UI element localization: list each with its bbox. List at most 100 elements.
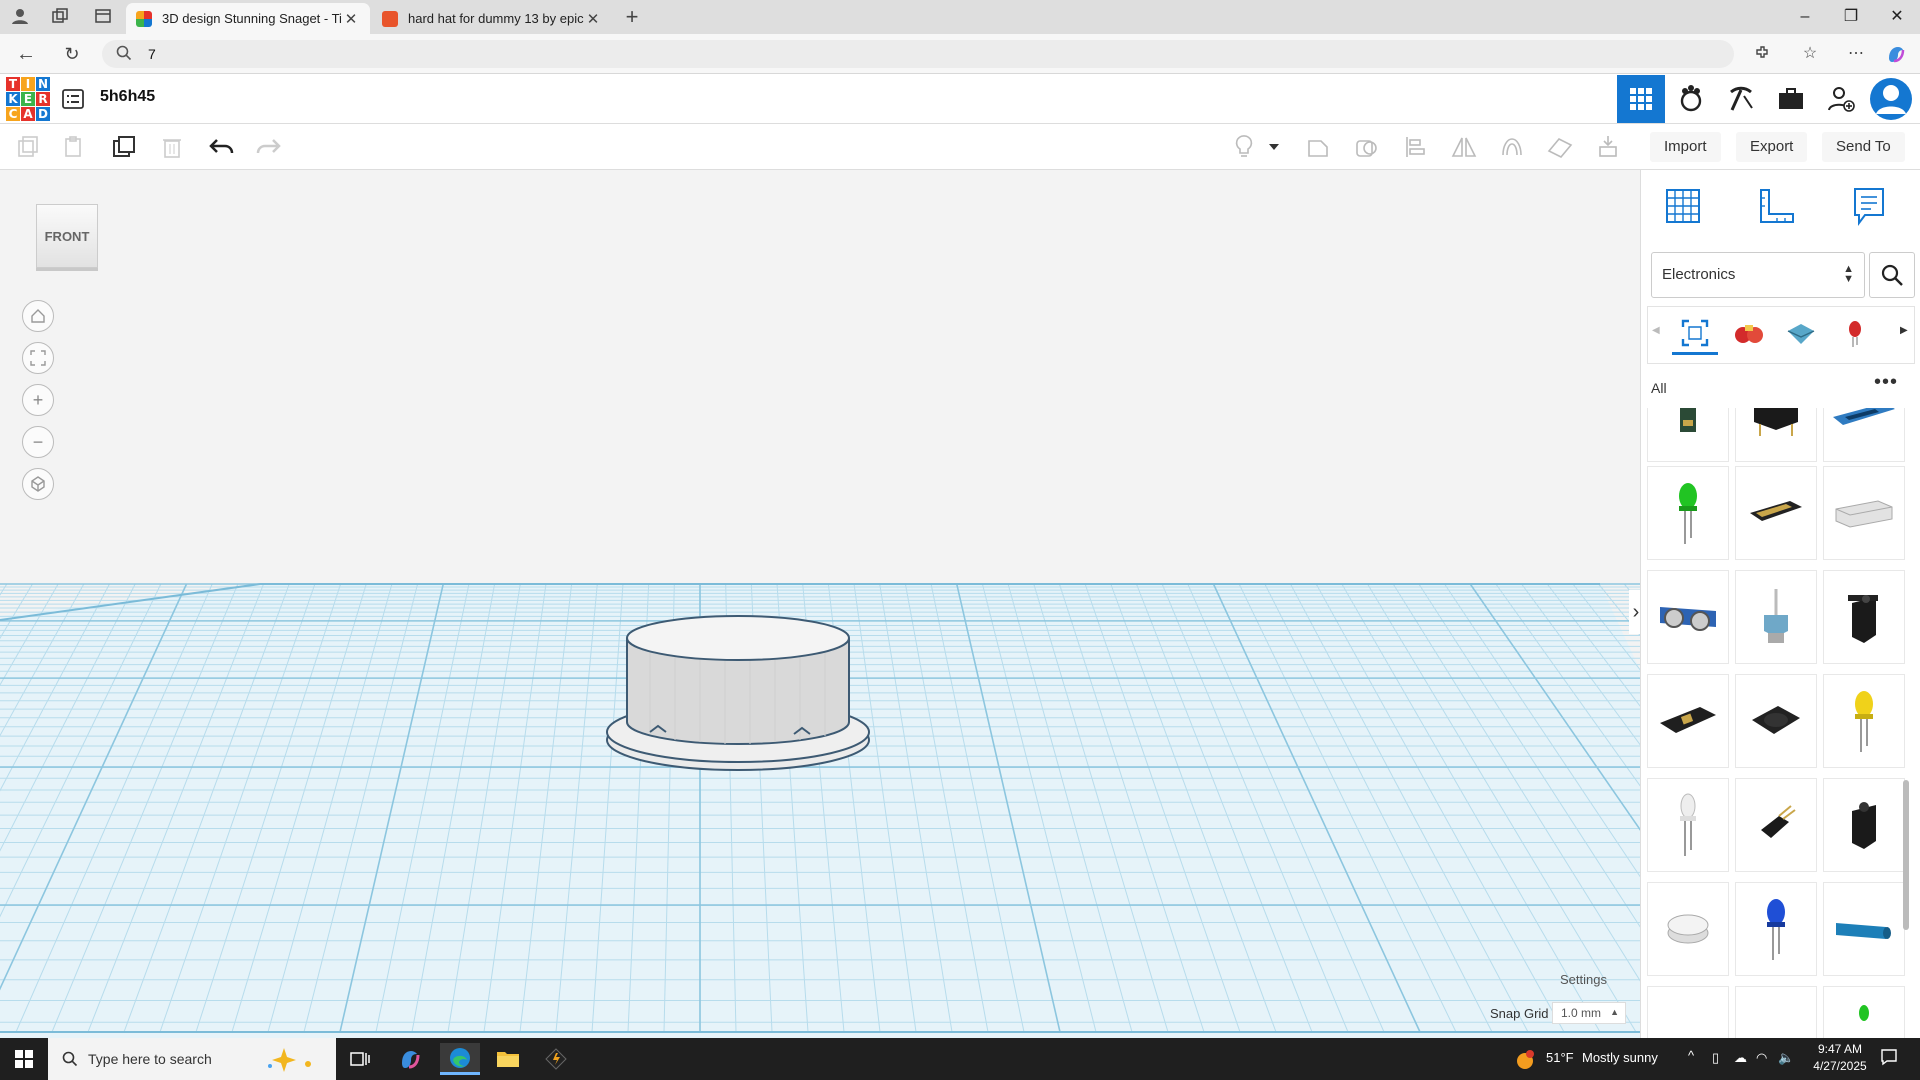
invite-user-icon[interactable] (1817, 75, 1865, 123)
ungroup-icon[interactable] (1352, 133, 1380, 161)
tab-components[interactable] (1726, 313, 1772, 355)
shape-white-led[interactable] (1647, 778, 1729, 872)
copilot-app-icon[interactable] (390, 1043, 430, 1075)
notifications-icon[interactable] (1880, 1048, 1898, 1071)
close-tab-icon[interactable]: ✕ (584, 10, 602, 28)
duplicate-icon[interactable] (110, 133, 138, 161)
blocks-icon[interactable] (1667, 75, 1715, 123)
list-item[interactable] (1735, 986, 1817, 1038)
close-tab-icon[interactable]: ✕ (342, 10, 360, 28)
cruise-icon[interactable] (1498, 133, 1526, 161)
device-icon[interactable]: ▯ (1712, 1050, 1719, 1066)
wifi-icon[interactable]: ◠ (1756, 1050, 1767, 1066)
shape-buzzer[interactable] (1647, 882, 1729, 976)
snap-grid-select[interactable]: 1.0 mm ▲ (1552, 1002, 1626, 1024)
edge-browser-icon[interactable] (440, 1043, 480, 1075)
shape-yellow-led[interactable] (1823, 674, 1905, 768)
chevron-down-icon[interactable] (1266, 133, 1282, 161)
align-icon[interactable] (1402, 133, 1430, 161)
tab-leds[interactable] (1832, 313, 1878, 355)
design-list-icon[interactable] (62, 88, 84, 110)
list-item[interactable] (1823, 986, 1905, 1038)
restore-icon[interactable]: ❐ (1828, 0, 1874, 34)
import-button[interactable]: Import (1650, 132, 1721, 162)
shape-blue-led[interactable] (1735, 882, 1817, 976)
more-menu-icon[interactable]: ⋯ (1846, 44, 1866, 64)
group-icon[interactable] (1304, 133, 1332, 161)
shape-sensor-module[interactable] (1647, 408, 1729, 462)
notes-icon[interactable] (1847, 184, 1891, 228)
mirror-icon[interactable] (1450, 133, 1478, 161)
close-window-icon[interactable]: ✕ (1874, 0, 1920, 34)
profile-icon[interactable] (10, 7, 30, 27)
address-input[interactable]: 7 (102, 40, 1734, 68)
shape-pushbutton[interactable] (1735, 408, 1817, 462)
task-view-icon[interactable] (340, 1043, 380, 1075)
workplane-icon[interactable] (1546, 133, 1574, 161)
more-options-icon[interactable]: ••• (1871, 372, 1901, 396)
chevron-up-icon[interactable]: ^ (1688, 1048, 1694, 1063)
shape-battery-holder[interactable] (1823, 466, 1905, 560)
zoom-out-icon[interactable]: − (22, 426, 54, 458)
hat-object[interactable] (600, 610, 900, 780)
clock-date[interactable]: 4/27/2025 (1808, 1059, 1872, 1073)
shape-dev-board[interactable] (1647, 674, 1729, 768)
avatar[interactable] (1867, 75, 1915, 123)
shape-category-select[interactable]: Electronics ▲ ▼ (1651, 252, 1865, 298)
list-item[interactable] (1647, 986, 1729, 1038)
ruler-icon[interactable] (1755, 184, 1799, 228)
shape-transistor[interactable] (1735, 778, 1817, 872)
projects-briefcase-icon[interactable] (1767, 75, 1815, 123)
windows-start-icon[interactable] (4, 1043, 44, 1075)
workplane-grid-icon[interactable] (1661, 184, 1705, 228)
extensions-icon[interactable] (1752, 44, 1772, 64)
bricks-pickaxe-icon[interactable] (1717, 75, 1765, 123)
app-pinned-icon[interactable] (536, 1043, 576, 1075)
file-explorer-icon[interactable] (488, 1043, 528, 1075)
3d-view-icon[interactable] (1617, 75, 1665, 123)
send-to-button[interactable]: Send To (1822, 132, 1905, 162)
minimize-icon[interactable]: – (1782, 0, 1828, 34)
home-view-icon[interactable] (22, 300, 54, 332)
chevron-left-icon[interactable]: ◀ (1652, 325, 1660, 336)
panel-scrollbar[interactable] (1903, 780, 1909, 930)
drop-icon[interactable] (1594, 133, 1622, 161)
new-tab-icon[interactable]: + (622, 6, 642, 28)
volume-icon[interactable]: 🔈 (1778, 1050, 1794, 1066)
tab-hard-hat[interactable]: hard hat for dummy 13 by epic ra ✕ (372, 3, 612, 34)
shape-ultrasonic-sensor[interactable] (1647, 570, 1729, 664)
tab-all-shapes[interactable] (1672, 313, 1718, 355)
redo-icon[interactable] (254, 133, 282, 161)
cloud-icon[interactable]: ☁ (1734, 1050, 1747, 1066)
workplane-viewport[interactable]: FRONT + − › Settings Snap Grid 1.0 mm ▲ (0, 170, 1640, 1038)
clock-time[interactable]: 9:47 AM (1808, 1042, 1872, 1056)
tab-motors[interactable] (1778, 313, 1824, 355)
shape-search-button[interactable] (1869, 252, 1915, 298)
refresh-icon[interactable]: ↻ (62, 44, 82, 64)
shape-servo-motor[interactable] (1823, 570, 1905, 664)
chevron-right-icon[interactable]: ▶ (1900, 325, 1908, 336)
copy-icon[interactable] (14, 133, 42, 161)
design-name[interactable]: 5h6h45 (100, 88, 155, 106)
zoom-in-icon[interactable]: + (22, 384, 54, 416)
back-icon[interactable]: ← (16, 44, 36, 64)
perspective-icon[interactable] (22, 468, 54, 500)
view-cube[interactable]: FRONT (36, 204, 98, 268)
copilot-icon[interactable] (1886, 44, 1906, 64)
shape-fan[interactable] (1735, 674, 1817, 768)
paste-icon[interactable] (60, 133, 88, 161)
collapse-panel-chevron-icon[interactable]: › (1629, 590, 1640, 634)
weather-sun-icon[interactable] (1514, 1049, 1536, 1076)
shape-green-led[interactable] (1647, 466, 1729, 560)
favorites-icon[interactable]: ☆ (1800, 44, 1820, 64)
notes-lightbulb-icon[interactable] (1230, 133, 1258, 161)
shape-battery-cell[interactable] (1823, 882, 1905, 976)
tab-actions-icon[interactable] (93, 7, 113, 27)
shape-microcontroller-board[interactable] (1735, 466, 1817, 560)
shape-micro-servo[interactable] (1823, 778, 1905, 872)
shape-toggle-switch[interactable] (1735, 570, 1817, 664)
undo-icon[interactable] (208, 133, 236, 161)
settings-link[interactable]: Settings (1560, 972, 1607, 987)
tab-tinkercad[interactable]: 3D design Stunning Snaget - Tink ✕ (126, 3, 370, 34)
taskbar-search-input[interactable]: Type here to search (48, 1038, 336, 1080)
